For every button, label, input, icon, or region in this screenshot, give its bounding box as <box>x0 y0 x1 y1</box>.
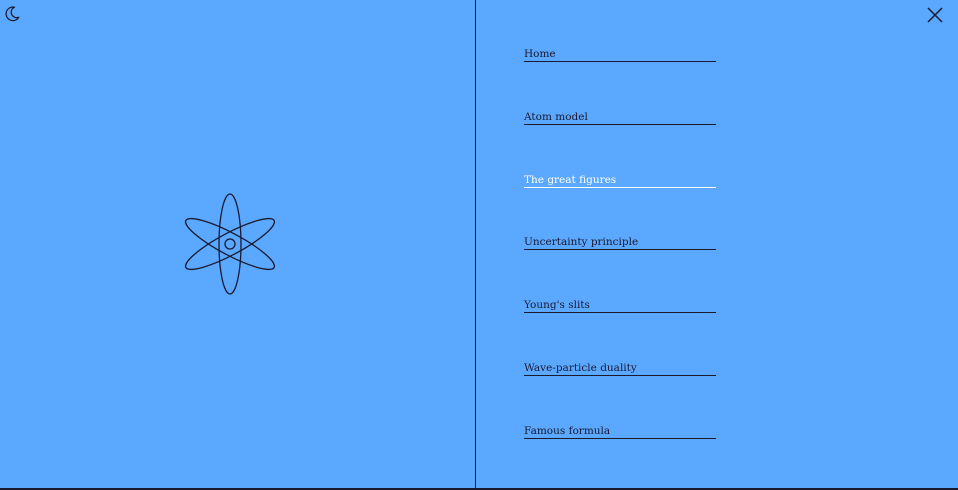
moon-icon <box>5 6 20 22</box>
menu-item-youngs-slits[interactable]: Young's slits <box>524 299 716 313</box>
menu-item-atom-model[interactable]: Atom model <box>524 111 716 125</box>
menu-item-wave-particle-duality[interactable]: Wave-particle duality <box>524 362 716 376</box>
menu-item-label: Uncertainty principle <box>524 236 639 248</box>
menu-item-label: Home <box>524 48 556 60</box>
menu-item-label: The great figures <box>524 174 617 186</box>
pane-divider <box>475 0 476 490</box>
hero-pane <box>0 0 475 490</box>
atom-icon <box>184 193 276 295</box>
menu-item-home[interactable]: Home <box>524 48 716 62</box>
close-menu-button[interactable] <box>926 6 944 24</box>
theme-toggle-button[interactable] <box>3 5 21 23</box>
page: Home Atom model The great figures Uncert… <box>0 0 958 490</box>
menu-item-label: Famous formula <box>524 425 611 437</box>
menu-item-uncertainty-principle[interactable]: Uncertainty principle <box>524 236 716 250</box>
menu-item-label: Atom model <box>524 111 588 123</box>
menu-item-the-great-figures[interactable]: The great figures <box>524 174 716 188</box>
menu-item-label: Young's slits <box>524 299 590 311</box>
menu-item-label: Wave-particle duality <box>524 362 637 374</box>
menu-item-famous-formula[interactable]: Famous formula <box>524 425 716 439</box>
close-icon <box>927 7 943 23</box>
